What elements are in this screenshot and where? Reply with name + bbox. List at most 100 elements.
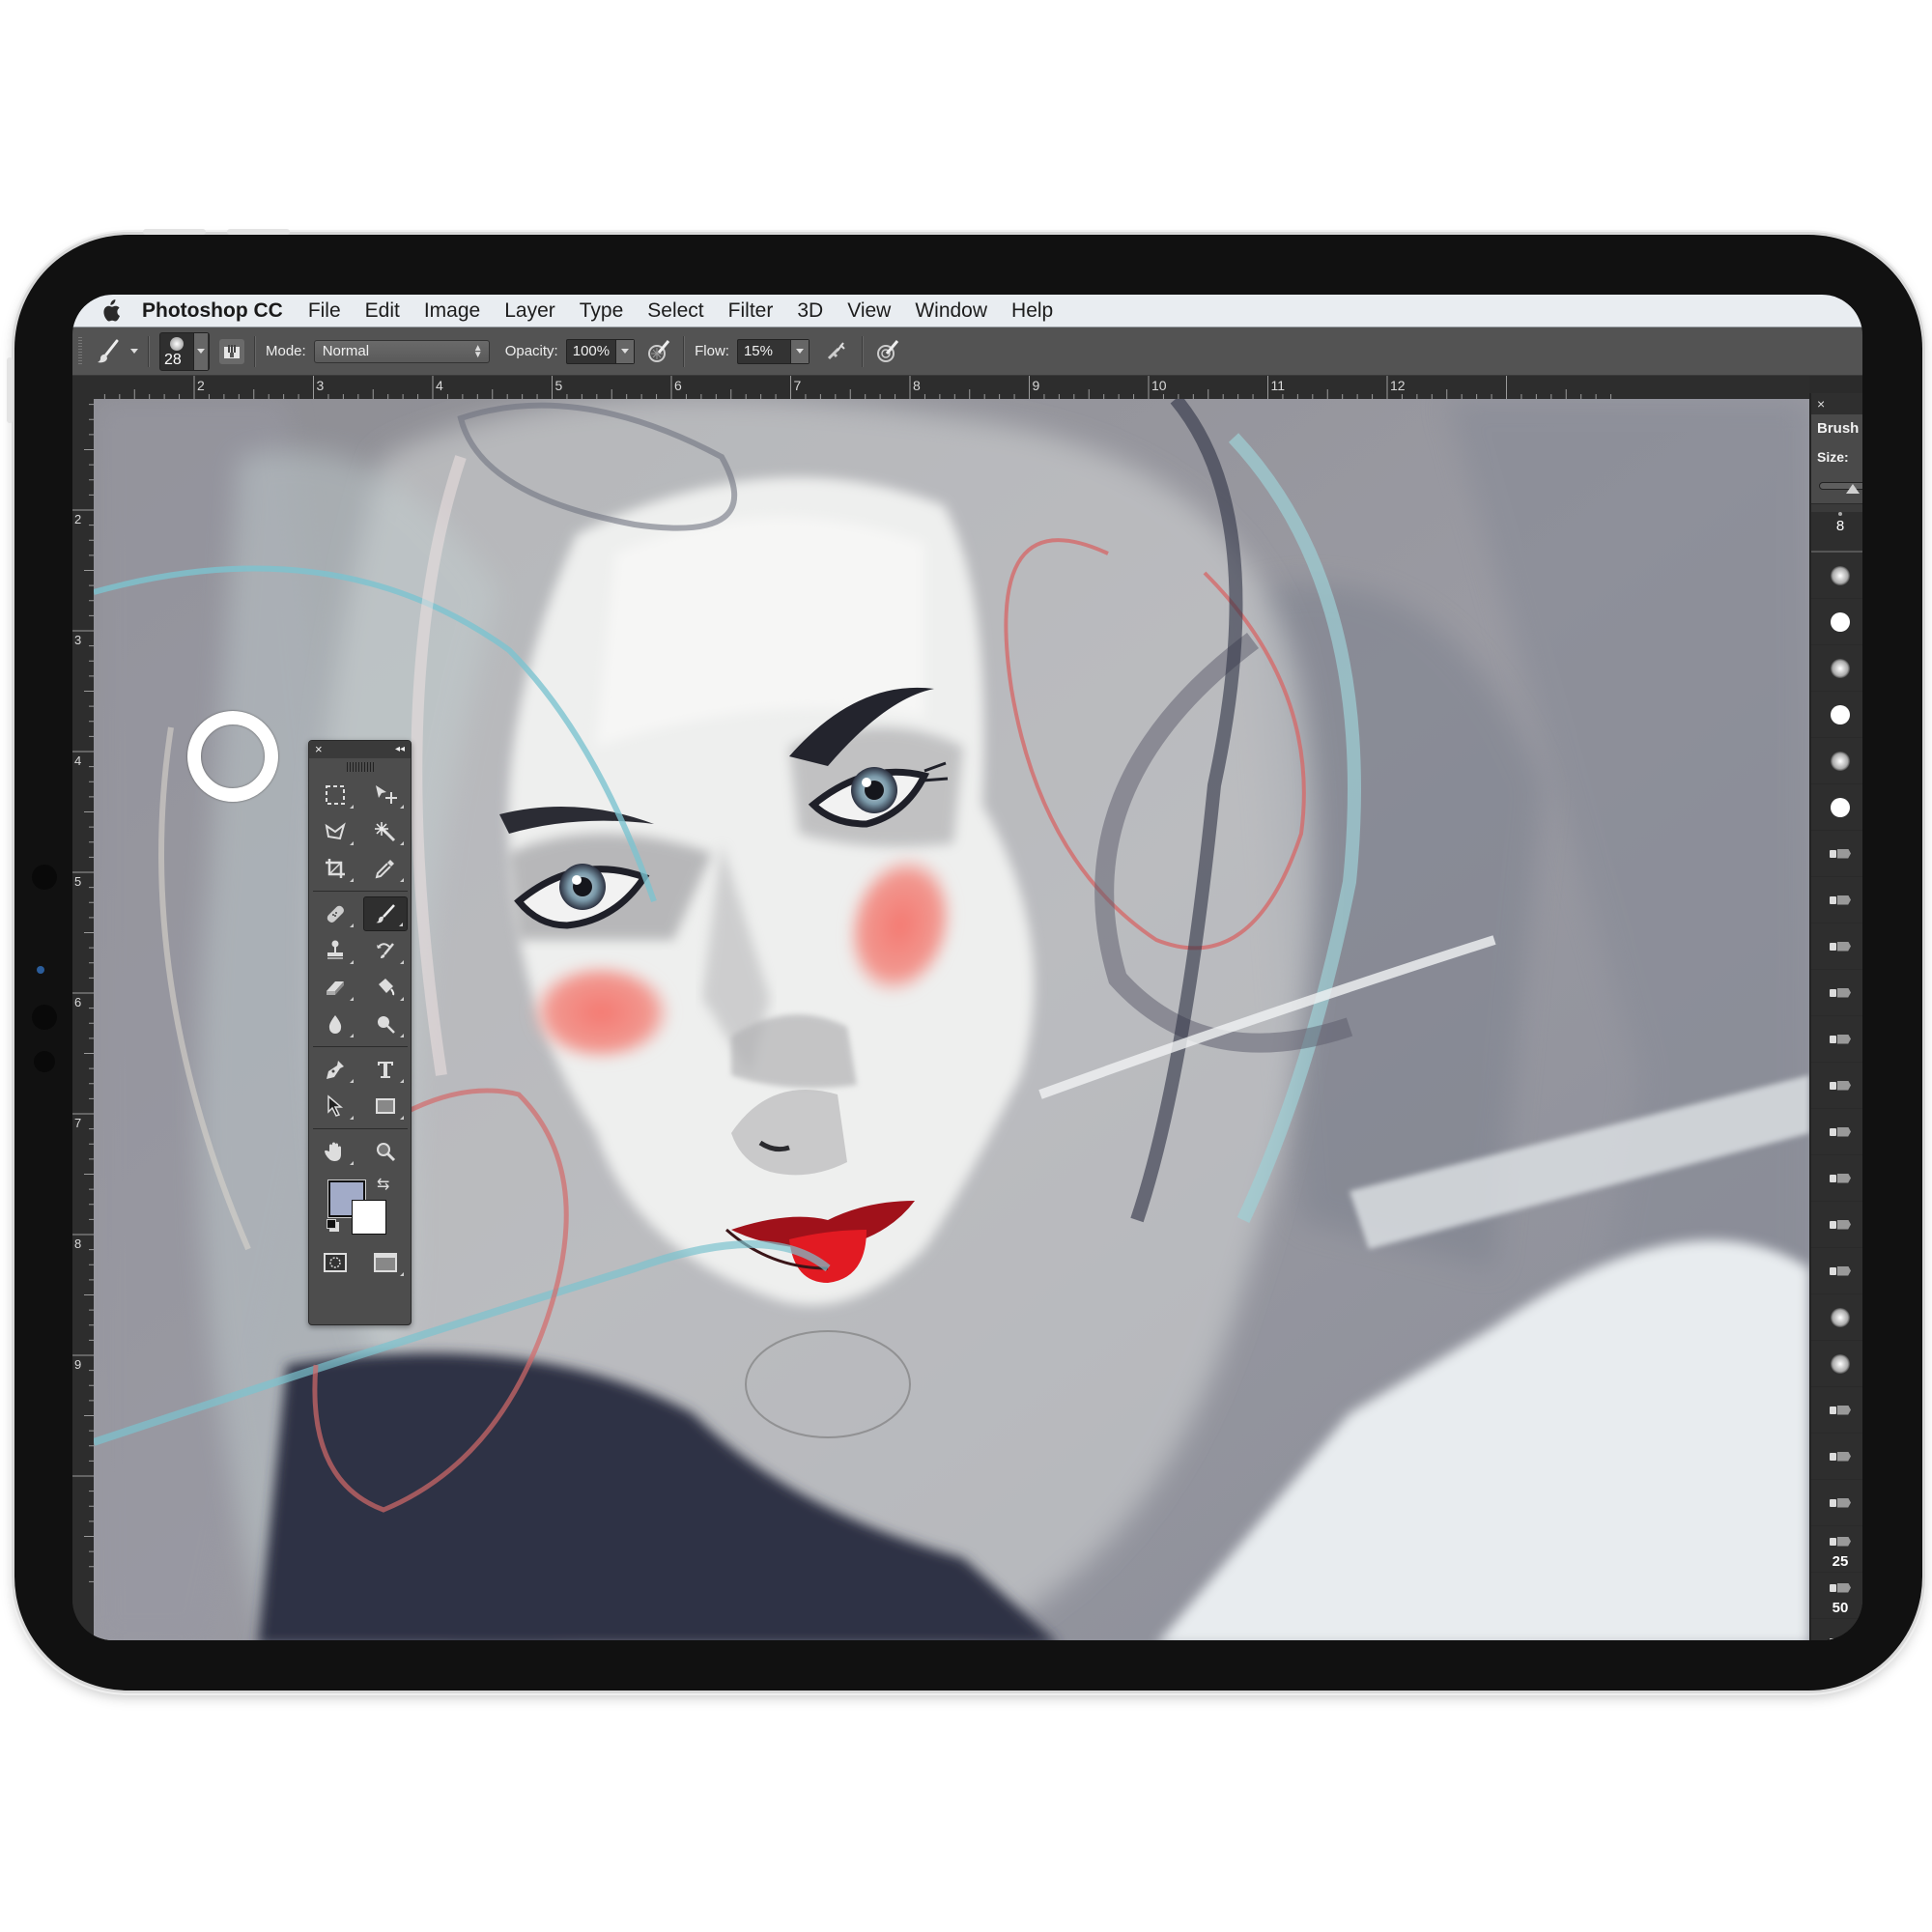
move-tool[interactable] xyxy=(363,778,408,812)
bristle-brush-tip-icon xyxy=(1830,1406,1851,1415)
brush-preset-item[interactable] xyxy=(1811,738,1862,784)
pressure-size-button[interactable] xyxy=(873,337,902,366)
menu-file[interactable]: File xyxy=(308,299,341,323)
mode-label: Mode: xyxy=(266,343,306,359)
brush-preset-item[interactable] xyxy=(1811,1619,1862,1640)
brush-preset-item[interactable] xyxy=(1811,923,1862,970)
brush-preset-item[interactable] xyxy=(1811,1109,1862,1155)
slider-thumb[interactable] xyxy=(1846,484,1860,494)
tool-preset-picker[interactable] xyxy=(96,338,138,365)
brush-preset-item[interactable] xyxy=(1811,645,1862,692)
divider xyxy=(254,335,256,367)
apple-menu-icon[interactable] xyxy=(99,298,121,323)
type-tool[interactable] xyxy=(363,1052,408,1087)
ruler-vertical[interactable]: 2 3 4 5 6 7 8 9 xyxy=(72,399,94,1640)
history-brush-tool[interactable] xyxy=(363,933,408,968)
brush-preset-item[interactable]: 50 xyxy=(1811,1573,1862,1619)
lasso-icon xyxy=(325,822,346,840)
crop-tool[interactable] xyxy=(313,851,357,886)
options-bar: 28 Mode: Normal ▲ ▼ Opacity: 100% Flow: 1… xyxy=(72,327,1862,376)
menu-select[interactable]: Select xyxy=(647,299,703,323)
mode-select[interactable]: Normal ▲ ▼ xyxy=(313,339,490,363)
hand-tool[interactable] xyxy=(313,1134,357,1169)
dodge-tool[interactable] xyxy=(363,1007,408,1041)
brush-tool[interactable] xyxy=(363,896,408,931)
size-slider[interactable] xyxy=(1811,472,1862,504)
brush-preset-item[interactable] xyxy=(1811,1248,1862,1294)
brush-preset-picker[interactable]: 28 xyxy=(159,331,210,371)
menu-help[interactable]: Help xyxy=(1011,299,1053,323)
spot-healing-brush-tool[interactable] xyxy=(313,896,357,931)
brush-preset-item[interactable] xyxy=(1811,1294,1862,1341)
ruler-label: 11 xyxy=(1271,378,1286,393)
ruler-horizontal[interactable]: 2 3 4 5 6 7 8 9 10 11 12 xyxy=(72,376,1809,399)
eraser-tool[interactable] xyxy=(313,970,357,1005)
brush-preset-item[interactable] xyxy=(1811,1202,1862,1248)
pressure-opacity-button[interactable] xyxy=(644,337,673,366)
options-bar-grip[interactable] xyxy=(78,336,82,366)
panel-grip[interactable] xyxy=(346,762,374,772)
background-color-swatch[interactable] xyxy=(352,1200,386,1235)
toggle-brush-panel-button[interactable] xyxy=(219,338,244,364)
document-canvas[interactable]: × ◂◂ ⇆ xyxy=(94,399,1809,1640)
brush-preset-item[interactable] xyxy=(1811,877,1862,923)
brush-preset-item[interactable] xyxy=(1811,1155,1862,1202)
eyedropper-tool[interactable] xyxy=(363,851,408,886)
zoom-tool[interactable] xyxy=(363,1134,408,1169)
menu-edit[interactable]: Edit xyxy=(365,299,400,323)
clone-stamp-tool[interactable] xyxy=(313,933,357,968)
menu-image[interactable]: Image xyxy=(424,299,480,323)
brush-preset-item[interactable] xyxy=(1811,553,1862,599)
brush-preset-item[interactable] xyxy=(1811,970,1862,1016)
close-icon[interactable]: × xyxy=(1817,396,1825,412)
ruler-label: 2 xyxy=(197,378,205,393)
device-sensor xyxy=(32,1005,57,1030)
path-selection-tool[interactable] xyxy=(313,1089,357,1123)
brush-preset-item[interactable] xyxy=(1811,599,1862,645)
menu-filter[interactable]: Filter xyxy=(728,299,774,323)
brush-preset-item[interactable]: 25 xyxy=(1811,1526,1862,1573)
quick-mask-button[interactable] xyxy=(313,1245,357,1280)
app-name-menu[interactable]: Photoshop CC xyxy=(142,299,283,323)
rectangular-marquee-tool[interactable] xyxy=(313,778,357,812)
close-icon[interactable]: × xyxy=(315,741,323,758)
menu-window[interactable]: Window xyxy=(915,299,987,323)
brush-preset-selected[interactable]: 8 xyxy=(1811,512,1862,553)
brush-preset-item[interactable] xyxy=(1811,1016,1862,1063)
airbrush-button[interactable] xyxy=(823,337,852,366)
brush-preset-item[interactable] xyxy=(1811,831,1862,877)
bristle-brush-tip-icon xyxy=(1830,1498,1851,1508)
magic-wand-tool[interactable] xyxy=(363,814,408,849)
bristle-brush-tip-icon xyxy=(1830,1637,1851,1640)
eyedropper-icon xyxy=(375,860,394,879)
brush-preset-item[interactable] xyxy=(1811,784,1862,831)
menu-layer[interactable]: Layer xyxy=(504,299,555,323)
rectangle-tool[interactable] xyxy=(363,1089,408,1123)
brush-preset-item[interactable] xyxy=(1811,1063,1862,1109)
pen-tool[interactable] xyxy=(313,1052,357,1087)
menu-type[interactable]: Type xyxy=(580,299,624,323)
preset-size-label: 25 xyxy=(1832,1553,1849,1570)
brush-preset-item[interactable] xyxy=(1811,1387,1862,1434)
eraser-icon xyxy=(327,981,344,995)
screen-mode-button[interactable] xyxy=(363,1245,408,1280)
flow-field[interactable]: 15% xyxy=(736,338,810,364)
brush-preset-item[interactable] xyxy=(1811,1434,1862,1480)
paint-bucket-tool[interactable] xyxy=(363,970,408,1005)
brush-preset-item[interactable] xyxy=(1811,692,1862,738)
lasso-tool[interactable] xyxy=(313,814,357,849)
default-colors-icon[interactable] xyxy=(327,1219,336,1229)
collapse-icon[interactable]: ◂◂ xyxy=(395,741,405,758)
swap-colors-icon[interactable]: ⇆ xyxy=(377,1175,389,1194)
menu-3d[interactable]: 3D xyxy=(797,299,823,323)
brush-preset-item[interactable] xyxy=(1811,1480,1862,1526)
opacity-field[interactable]: 100% xyxy=(565,338,636,364)
tools-panel-header[interactable]: × ◂◂ xyxy=(309,741,411,758)
blur-tool[interactable] xyxy=(313,1007,357,1041)
brush-preset-item[interactable] xyxy=(1811,1341,1862,1387)
menu-view[interactable]: View xyxy=(847,299,891,323)
ruler-label: 7 xyxy=(74,1116,81,1130)
chevron-down-icon xyxy=(795,349,804,354)
brush-panel-title[interactable]: Brush xyxy=(1811,414,1862,441)
device-side-button xyxy=(7,357,13,423)
